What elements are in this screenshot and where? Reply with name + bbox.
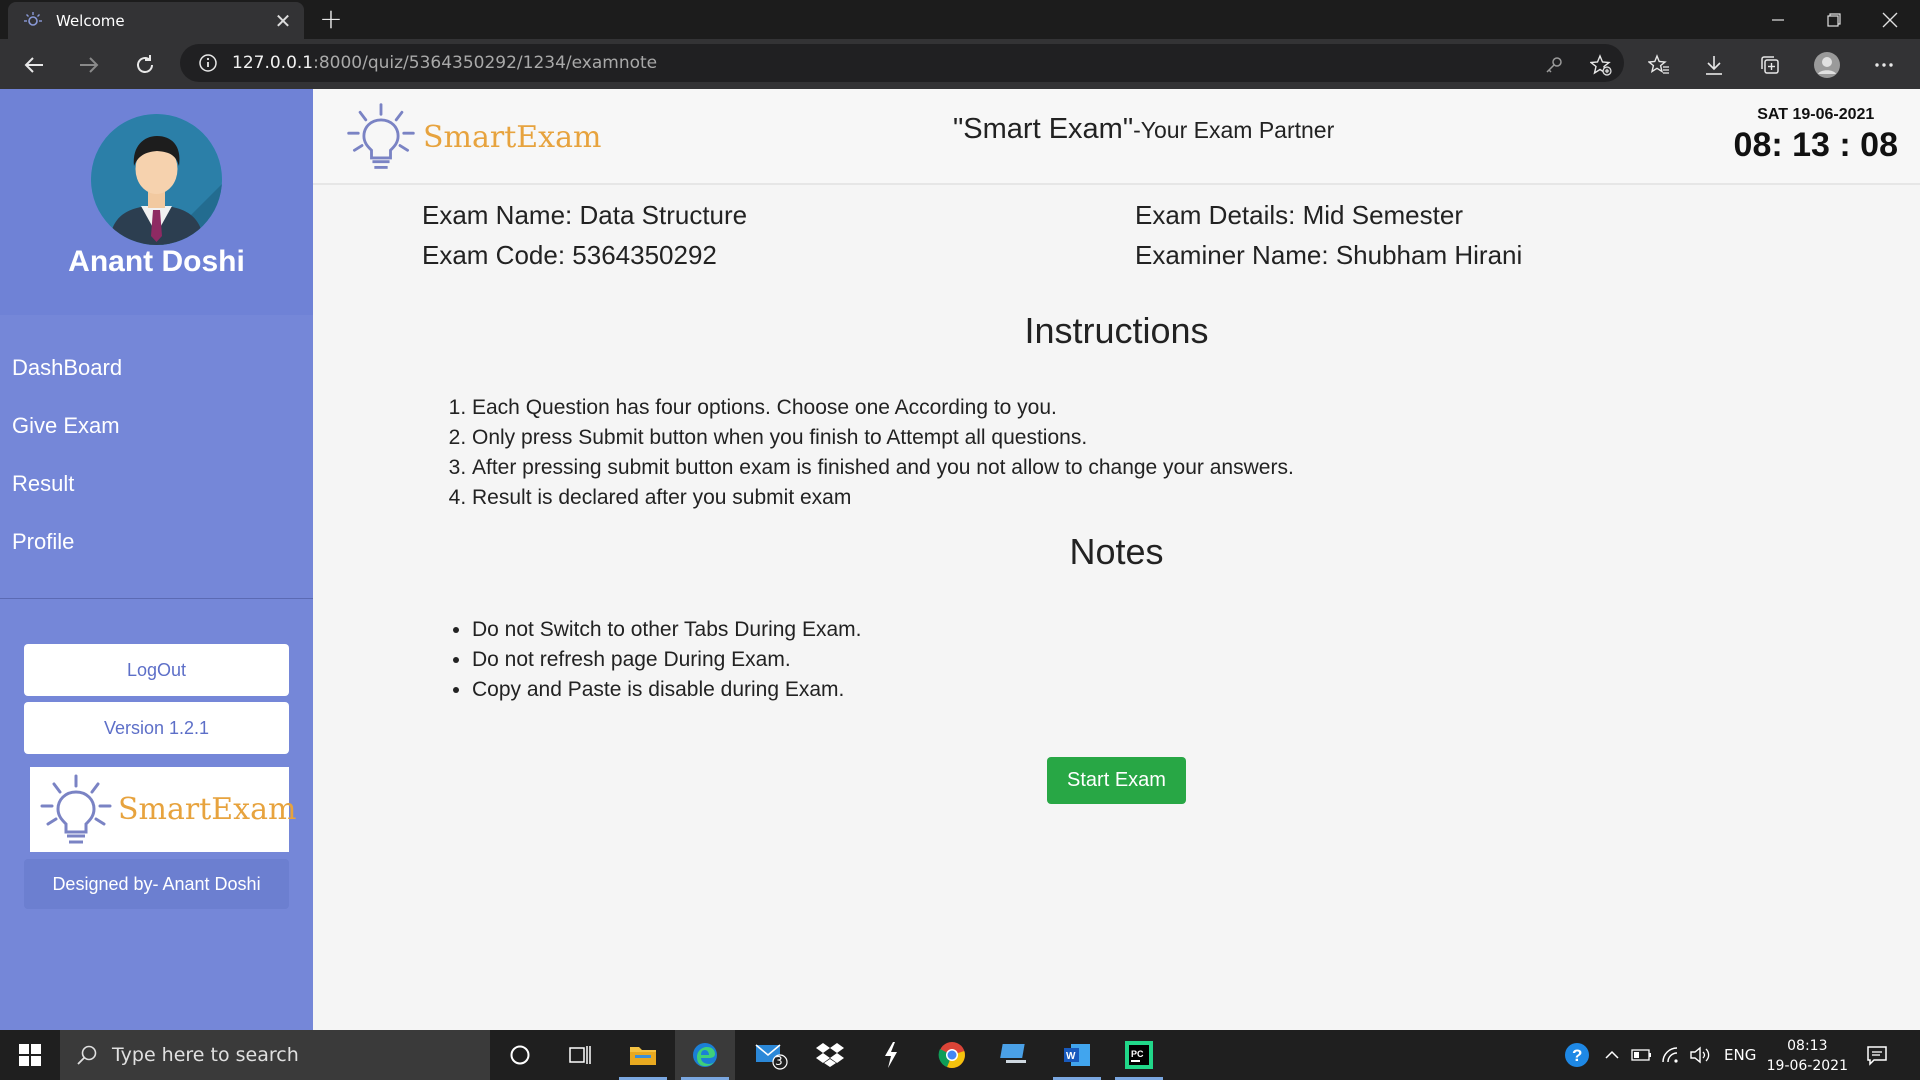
sidebar: Anant Doshi DashBoard Give Exam Result P… [0, 89, 313, 1030]
search-icon [76, 1044, 98, 1066]
word-icon[interactable]: W [1047, 1030, 1107, 1080]
minimize-icon[interactable] [1750, 0, 1806, 39]
sidebar-logo-text: SmartExam [118, 792, 297, 827]
site-info-icon[interactable] [198, 53, 218, 73]
notes-list: Do not Switch to other Tabs During Exam.… [472, 615, 861, 705]
exam-info-left: Exam Name: Data Structure Exam Code: 536… [422, 195, 747, 275]
language-indicator[interactable]: ENG [1724, 1030, 1756, 1080]
logout-button[interactable]: LogOut [24, 644, 289, 696]
taskbar-date: 19-06-2021 [1766, 1058, 1848, 1074]
task-view-icon[interactable] [550, 1030, 610, 1080]
remote-desktop-icon[interactable] [985, 1030, 1045, 1080]
notes-heading: Notes [1069, 531, 1164, 572]
battery-icon[interactable] [1631, 1030, 1653, 1080]
chevron-up-icon[interactable] [1604, 1030, 1620, 1080]
favorites-icon[interactable] [1643, 49, 1675, 81]
app-lightning-icon[interactable] [861, 1030, 921, 1080]
mail-badge: 3 [775, 1054, 783, 1068]
user-profile-icon[interactable] [1811, 49, 1843, 81]
list-item: After pressing submit button exam is fin… [472, 453, 1294, 483]
browser-tab[interactable]: Welcome ✕ [8, 2, 304, 39]
svg-text:PC: PC [1131, 1049, 1144, 1059]
url-path: :8000/quiz/5364350292/1234/examnote [313, 53, 658, 73]
help-icon[interactable]: ? [1563, 1030, 1591, 1080]
restore-icon[interactable] [1806, 0, 1862, 39]
bulb-logo-icon [343, 99, 419, 175]
svg-text:W: W [1066, 1051, 1076, 1062]
instructions-list: Each Question has four options. Choose o… [472, 393, 1294, 513]
current-clock: 08: 13 : 08 [1733, 126, 1898, 164]
mail-icon[interactable]: 3 [741, 1030, 801, 1080]
list-item: Result is declared after you submit exam [472, 483, 1294, 513]
version-button[interactable]: Version 1.2.1 [24, 702, 289, 754]
cortana-icon[interactable] [490, 1030, 550, 1080]
tab-title: Welcome [56, 11, 125, 30]
brand-text: SmartExam [423, 119, 602, 155]
collections-icon[interactable] [1754, 49, 1786, 81]
password-key-icon[interactable] [1538, 49, 1570, 81]
bulb-favicon-icon [22, 10, 44, 32]
list-item: Copy and Paste is disable during Exam. [472, 675, 861, 705]
brand-logo[interactable]: SmartExam [343, 99, 601, 175]
browser-toolbar: 127.0.0.1:8000/quiz/5364350292/1234/exam… [0, 39, 1920, 89]
list-item: Only press Submit button when you finish… [472, 423, 1294, 453]
svg-text:?: ? [1572, 1046, 1582, 1065]
address-bar[interactable]: 127.0.0.1:8000/quiz/5364350292/1234/exam… [180, 44, 1624, 82]
tab-close-icon[interactable]: ✕ [270, 9, 296, 33]
main-header: SmartExam "Smart Exam"-Your Exam Partner… [313, 89, 1920, 185]
url-host: 127.0.0.1 [232, 53, 314, 73]
taskbar-clock[interactable]: 08:13 19-06-2021 [1767, 1036, 1848, 1076]
slogan-sub: -Your Exam Partner [1133, 117, 1335, 143]
windows-taskbar: Type here to search 3 W PC ? ENG 08:13 1… [0, 1030, 1920, 1080]
sidebar-menu: DashBoard Give Exam Result Profile [0, 315, 313, 571]
taskbar-time: 08:13 [1787, 1038, 1828, 1054]
windows-start-icon[interactable] [0, 1030, 60, 1080]
downloads-icon[interactable] [1698, 49, 1730, 81]
close-window-icon[interactable] [1862, 0, 1918, 39]
designed-by: Designed by- Anant Doshi [24, 859, 289, 909]
bulb-logo-icon [36, 772, 116, 848]
new-tab-icon[interactable]: + [316, 4, 346, 34]
avatar [91, 114, 222, 245]
browser-tab-strip: Welcome ✕ + [0, 0, 1920, 39]
sidebar-item-result[interactable]: Result [0, 455, 313, 513]
slogan: "Smart Exam"-Your Exam Partner [953, 113, 1334, 146]
sidebar-item-give-exam[interactable]: Give Exam [0, 397, 313, 455]
list-item: Do not refresh page During Exam. [472, 645, 861, 675]
more-options-icon[interactable] [1868, 49, 1900, 81]
dropbox-icon[interactable] [800, 1030, 860, 1080]
volume-icon[interactable] [1689, 1030, 1711, 1080]
current-date: SAT 19-06-2021 [1757, 106, 1875, 123]
sidebar-logo: SmartExam [30, 767, 296, 852]
pycharm-icon[interactable]: PC [1109, 1030, 1169, 1080]
sidebar-item-dashboard[interactable]: DashBoard [0, 339, 313, 397]
start-exam-button[interactable]: Start Exam [1047, 757, 1186, 804]
chrome-icon[interactable] [922, 1030, 982, 1080]
add-favorite-icon[interactable] [1585, 49, 1617, 81]
username: Anant Doshi [68, 245, 245, 278]
back-icon[interactable] [18, 49, 50, 81]
exam-code: Exam Code: 5364350292 [422, 240, 717, 270]
exam-details: Exam Details: Mid Semester [1135, 200, 1463, 230]
exam-info-right: Exam Details: Mid Semester Examiner Name… [1135, 195, 1522, 275]
forward-icon[interactable] [73, 49, 105, 81]
profile-section: Anant Doshi [0, 89, 313, 315]
date-time: SAT 19-06-2021 08: 13 : 08 [1734, 106, 1898, 165]
refresh-icon[interactable] [129, 49, 161, 81]
edge-browser-icon[interactable] [675, 1030, 735, 1080]
exam-name: Exam Name: Data Structure [422, 200, 748, 230]
sidebar-divider [0, 598, 313, 599]
taskbar-search-input[interactable]: Type here to search [60, 1030, 490, 1080]
search-placeholder: Type here to search [112, 1044, 299, 1066]
sidebar-item-profile[interactable]: Profile [0, 513, 313, 571]
notifications-icon[interactable] [1866, 1030, 1888, 1080]
slogan-main: "Smart Exam" [953, 113, 1134, 145]
list-item: Do not Switch to other Tabs During Exam. [472, 615, 861, 645]
file-explorer-icon[interactable] [613, 1030, 673, 1080]
wifi-icon[interactable] [1661, 1030, 1681, 1080]
examiner-name: Examiner Name: Shubham Hirani [1135, 240, 1523, 270]
instructions-heading: Instructions [1024, 310, 1209, 351]
list-item: Each Question has four options. Choose o… [472, 393, 1294, 423]
